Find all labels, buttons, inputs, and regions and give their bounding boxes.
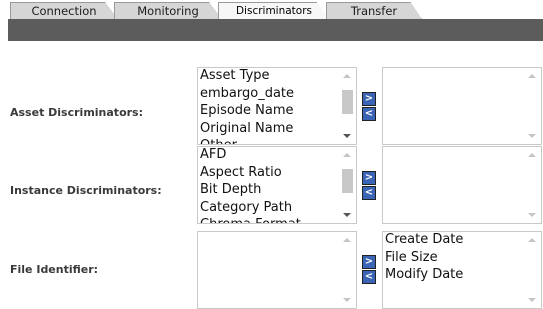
file-identifier-selected-list[interactable]: Create Date File Size Modify Date xyxy=(382,231,542,309)
tab-monitoring[interactable]: Monitoring xyxy=(114,2,222,19)
chevron-down-icon[interactable] xyxy=(528,134,536,138)
asset-discriminators-label: Asset Discriminators: xyxy=(10,106,143,119)
chevron-down-icon[interactable] xyxy=(343,213,351,217)
scrollbar[interactable] xyxy=(524,68,541,144)
chevron-up-icon[interactable] xyxy=(528,153,536,157)
list-item[interactable]: Original Name xyxy=(200,120,338,138)
chevron-up-icon[interactable] xyxy=(343,74,351,78)
tab-transfer[interactable]: Transfer xyxy=(326,2,422,19)
chevron-down-icon[interactable] xyxy=(343,298,351,302)
list-item[interactable]: Asset Type xyxy=(200,68,338,85)
list-item[interactable]: Other... xyxy=(200,137,338,144)
list-item[interactable]: Aspect Ratio xyxy=(200,164,338,182)
list-item[interactable]: Modify Date xyxy=(385,266,523,284)
remove-file-identifier-button[interactable]: < xyxy=(362,270,376,284)
remove-instance-discriminator-button[interactable]: < xyxy=(362,186,376,200)
remove-asset-discriminator-button[interactable]: < xyxy=(362,107,376,121)
list-item[interactable]: Create Date xyxy=(385,232,523,249)
scrollbar[interactable] xyxy=(524,147,541,223)
list-item[interactable]: embargo_date xyxy=(200,85,338,103)
chevron-up-icon[interactable] xyxy=(343,153,351,157)
tab-discriminators[interactable]: Discriminators xyxy=(218,2,330,19)
add-asset-discriminator-button[interactable]: > xyxy=(362,92,376,106)
chevron-down-icon[interactable] xyxy=(528,213,536,217)
list-item[interactable]: File Size xyxy=(385,249,523,267)
instance-available-list[interactable]: AFD Aspect Ratio Bit Depth Category Path… xyxy=(197,146,357,224)
add-instance-discriminator-button[interactable]: > xyxy=(362,171,376,185)
instance-selected-list[interactable] xyxy=(382,146,542,224)
list-item[interactable]: AFD xyxy=(200,147,338,164)
list-item[interactable]: Category Path xyxy=(200,199,338,217)
tab-content-header-bar xyxy=(8,19,543,41)
asset-available-list[interactable]: Asset Type embargo_date Episode Name Ori… xyxy=(197,67,357,145)
tab-strip: Connection Monitoring Discriminators Tra… xyxy=(0,0,543,20)
scrollbar[interactable] xyxy=(339,147,356,223)
scrollbar-thumb[interactable] xyxy=(342,169,353,193)
tab-connection[interactable]: Connection xyxy=(10,2,118,19)
list-item[interactable]: Chroma Format xyxy=(200,216,338,223)
list-item[interactable]: Episode Name xyxy=(200,102,338,120)
chevron-up-icon[interactable] xyxy=(528,74,536,78)
scrollbar-thumb[interactable] xyxy=(342,90,353,114)
chevron-down-icon[interactable] xyxy=(343,134,351,138)
list-item[interactable]: Bit Depth xyxy=(200,181,338,199)
instance-discriminators-label: Instance Discriminators: xyxy=(10,184,162,197)
scrollbar[interactable] xyxy=(339,68,356,144)
scrollbar[interactable] xyxy=(339,232,356,308)
chevron-up-icon[interactable] xyxy=(343,238,351,242)
chevron-up-icon[interactable] xyxy=(528,238,536,242)
scrollbar[interactable] xyxy=(524,232,541,308)
file-identifier-label: File Identifier: xyxy=(10,263,99,276)
asset-selected-list[interactable] xyxy=(382,67,542,145)
add-file-identifier-button[interactable]: > xyxy=(362,255,376,269)
chevron-down-icon[interactable] xyxy=(528,298,536,302)
file-identifier-available-list[interactable] xyxy=(197,231,357,309)
